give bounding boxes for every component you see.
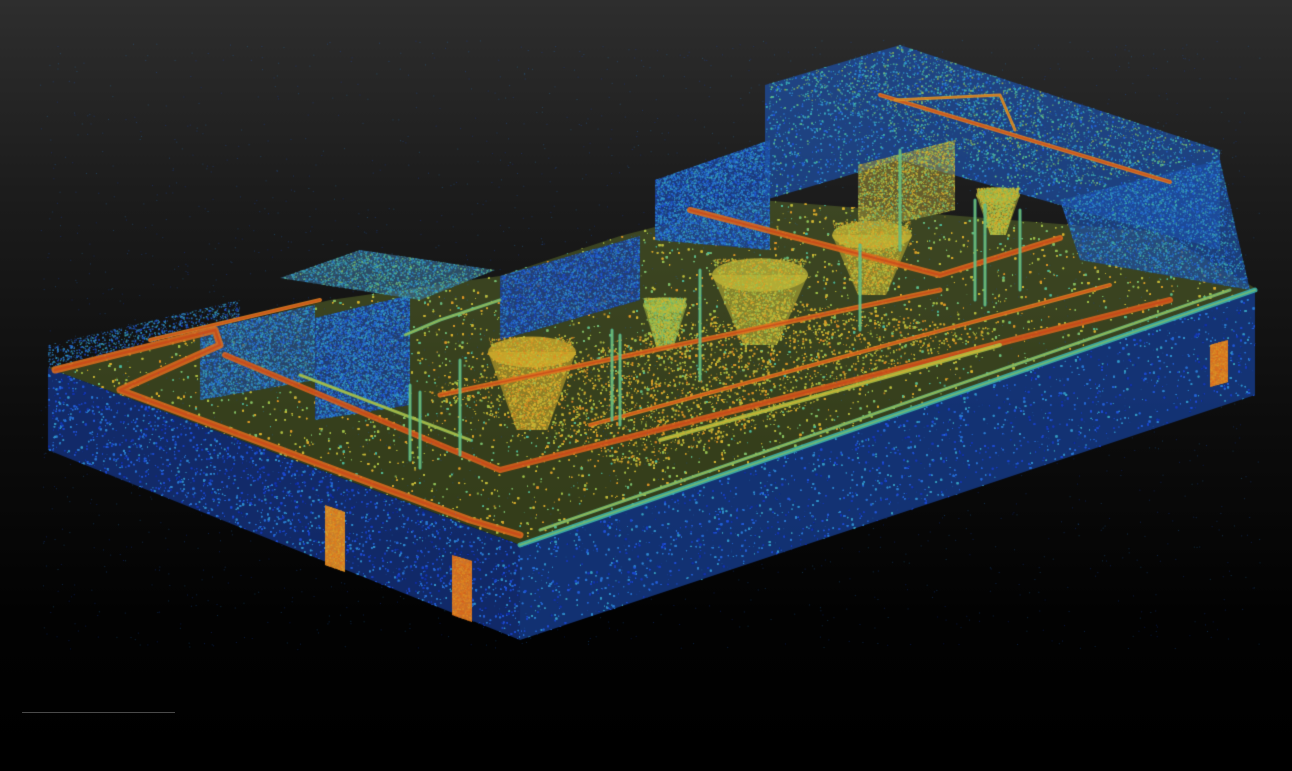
point-cloud-viewport[interactable] (0, 0, 1292, 771)
scale-bar (22, 712, 175, 713)
point-cloud-render (0, 0, 1292, 771)
